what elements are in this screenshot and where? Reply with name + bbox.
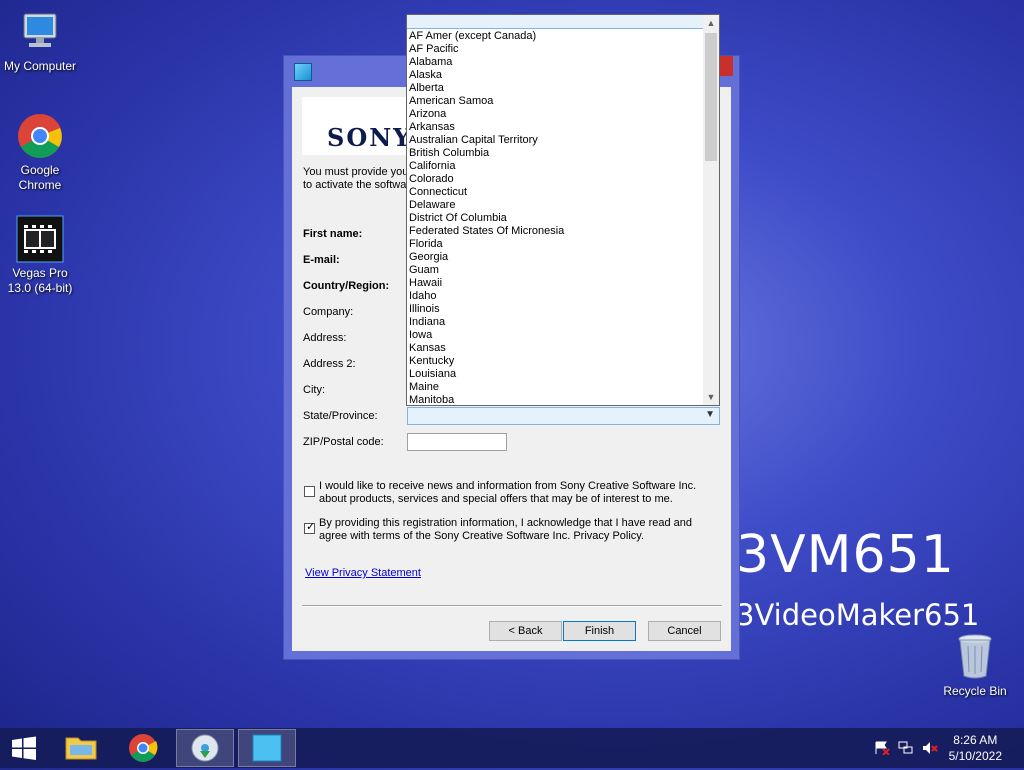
dropdown-option[interactable]: Kansas [409,342,705,355]
dropdown-option[interactable]: Louisiana [409,368,705,381]
action-center-flag-icon[interactable] [874,741,890,756]
dropdown-option[interactable]: Georgia [409,251,705,264]
computer-icon [16,8,64,56]
clock-time: 8:26 AM [953,733,998,747]
back-button[interactable]: < Back [489,621,562,641]
state-dropdown-list[interactable]: AF Amer (except Canada) AF Pacific Alabama… [406,14,720,406]
desktop-icon-vegas-pro[interactable]: Vegas Pro 13.0 (64-bit) [0,215,80,296]
dropdown-option[interactable]: AF Pacific [409,43,705,56]
address-label: Address: [303,332,347,344]
chevron-up-icon[interactable]: ▲ [703,15,719,31]
dropdown-option[interactable]: British Columbia [409,147,705,160]
dropdown-option[interactable]: Maine [409,381,705,394]
dropdown-option[interactable]: Alberta [409,82,705,95]
dropdown-option[interactable]: Hawaii [409,277,705,290]
watermark-text-large: 3VM651 [736,525,955,585]
app-window-icon [252,734,282,762]
privacy-statement-link[interactable]: View Privacy Statement [305,567,421,579]
network-icon[interactable] [898,741,914,755]
desktop-icon-label: Recycle Bin [943,684,1007,698]
taskbar-registration-window[interactable] [238,729,296,767]
dropdown-scrollbar[interactable]: ▲ ▼ [703,15,719,405]
dropdown-option[interactable]: Manitoba [409,394,705,407]
chevron-down-icon[interactable]: ▼ [703,389,719,405]
desktop-icon-label: Vegas Pro 13.0 (64-bit) [7,266,73,295]
address2-label: Address 2: [303,358,356,370]
dropdown-option[interactable]: Federated States Of Micronesia [409,225,705,238]
dropdown-option[interactable]: Illinois [409,303,705,316]
cancel-button[interactable]: Cancel [648,621,721,641]
finish-button[interactable]: Finish [563,621,636,641]
chrome-icon [16,112,64,160]
dropdown-option[interactable]: Colorado [409,173,705,186]
zip-postal-input[interactable] [407,433,507,451]
chevron-down-icon[interactable]: ▼ [705,409,715,420]
dropdown-option[interactable]: Connecticut [409,186,705,199]
dropdown-option[interactable]: Alabama [409,56,705,69]
taskbar-chrome[interactable] [120,729,166,767]
desktop-icon-google-chrome[interactable]: Google Chrome [0,112,80,193]
system-clock[interactable]: 8:26 AM 5/10/2022 [949,732,1002,764]
taskbar: 8:26 AM 5/10/2022 [0,728,1024,768]
button-separator [302,605,722,607]
start-button[interactable] [6,729,42,767]
dropdown-option[interactable]: Delaware [409,199,705,212]
chrome-icon [129,734,158,762]
desktop-icon-my-computer[interactable]: My Computer [0,8,80,74]
disc-installer-icon [191,734,219,762]
dropdown-items: AF Amer (except Canada) AF Pacific Alabama… [409,30,705,407]
dropdown-option[interactable]: California [409,160,705,173]
dropdown-option[interactable]: Guam [409,264,705,277]
first-name-label: First name: [303,228,363,240]
state-province-select[interactable]: ▼ [407,407,720,425]
app-window-icon [294,63,312,81]
dropdown-option[interactable]: Idaho [409,290,705,303]
dropdown-option[interactable]: Alaska [409,69,705,82]
dropdown-option[interactable]: Australian Capital Territory [409,134,705,147]
dropdown-option[interactable]: District Of Columbia [409,212,705,225]
ack-checkbox[interactable]: ✓ [304,521,316,534]
folder-icon [65,737,97,760]
ack-checkbox-label: By providing this registration informati… [319,517,692,542]
company-label: Company: [303,306,354,318]
taskbar-file-explorer[interactable] [58,729,104,767]
dropdown-option[interactable]: Arkansas [409,121,705,134]
dropdown-option[interactable]: Indiana [409,316,705,329]
film-strip-icon [16,215,64,263]
dropdown-edit-strip [407,15,705,29]
email-label: E-mail: [303,254,340,266]
taskbar-installer[interactable] [176,729,234,767]
dropdown-option[interactable]: AF Amer (except Canada) [409,30,705,43]
windows-logo-icon [12,736,36,760]
dropdown-option[interactable]: Arizona [409,108,705,121]
dropdown-option[interactable]: American Samoa [409,95,705,108]
scrollbar-thumb[interactable] [705,33,717,161]
zip-label: ZIP/Postal code: [303,436,384,448]
country-label: Country/Region: [303,280,390,292]
recycle-bin-icon [955,632,995,680]
desktop-icon-label: My Computer [3,59,77,73]
clock-date: 5/10/2022 [948,749,1002,763]
dropdown-option[interactable]: Florida [409,238,705,251]
desktop-icon-label: Google Chrome [18,163,62,192]
watermark-text-small: 3VideoMaker651 [736,598,980,632]
state-label: State/Province: [303,410,378,422]
news-checkbox-label: I would like to receive news and informa… [319,480,697,505]
intro-text: You must provide your to activate the so… [303,166,413,191]
desktop-icon-recycle-bin[interactable]: Recycle Bin [940,632,1010,698]
dropdown-option[interactable]: Kentucky [409,355,705,368]
city-label: City: [303,384,325,396]
volume-muted-icon[interactable] [922,741,938,755]
checkmark-icon: ✓ [306,521,316,533]
dropdown-option[interactable]: Iowa [409,329,705,342]
news-checkbox[interactable] [304,486,315,497]
